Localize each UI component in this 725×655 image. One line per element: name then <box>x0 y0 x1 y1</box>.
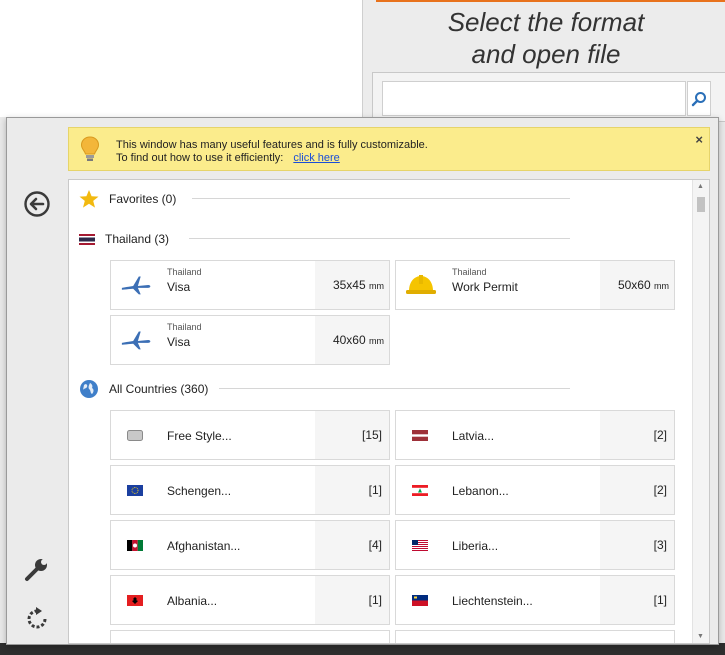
albania-flag-icon <box>127 595 143 606</box>
liechtenstein-flag-icon <box>412 595 428 606</box>
card-country: Thailand <box>167 322 202 332</box>
favorites-section[interactable]: Favorites (0) <box>79 190 176 208</box>
scroll-thumb[interactable] <box>697 197 705 212</box>
free-style-icon <box>127 430 143 441</box>
country-name: Liberia... <box>452 539 499 553</box>
lebanon-flag-icon <box>412 485 428 496</box>
accent-line <box>376 0 725 2</box>
scrollbar[interactable]: ▲ ▼ <box>692 180 709 643</box>
country-name: Afghanistan... <box>167 539 241 553</box>
search-icon <box>691 91 706 106</box>
title-line-2: and open file <box>471 39 621 69</box>
thailand-divider <box>189 238 570 239</box>
info-banner: This window has many useful features and… <box>68 127 710 171</box>
country-name: Lebanon... <box>452 484 509 498</box>
format-card-thailand-visa-2[interactable]: Thailand Visa 40x60 mm <box>110 315 390 365</box>
country-card-latvia[interactable]: Latvia... [2] <box>395 410 675 460</box>
card-size: 35x45 mm <box>315 261 389 309</box>
country-count: [1] <box>315 576 389 624</box>
format-dialog: This window has many useful features and… <box>6 117 719 645</box>
thailand-section[interactable]: Thailand (3) <box>79 230 169 248</box>
search-button[interactable] <box>687 81 711 116</box>
format-card-thailand-work-permit[interactable]: Thailand Work Permit 50x60 mm <box>395 260 675 310</box>
hardhat-icon <box>406 275 436 294</box>
liberia-flag-icon <box>412 540 428 551</box>
country-name: Albania... <box>167 594 218 608</box>
country-card-liechtenstein[interactable]: Liechtenstein... [1] <box>395 575 675 625</box>
refresh-icon[interactable] <box>23 605 51 633</box>
country-name: Liechtenstein... <box>452 594 533 608</box>
background-left-panel <box>0 0 363 117</box>
country-count: [15] <box>315 411 389 459</box>
favorites-label: Favorites (0) <box>109 192 177 206</box>
favorites-divider <box>192 198 570 199</box>
country-count: [1] <box>315 466 389 514</box>
country-card-liberia[interactable]: Liberia... [3] <box>395 520 675 570</box>
country-card-lebanon[interactable]: Lebanon... [2] <box>395 465 675 515</box>
scroll-down-icon[interactable]: ▼ <box>697 633 704 640</box>
country-card-afghanistan[interactable]: Afghanistan... [4] <box>110 520 390 570</box>
country-name: Free Style... <box>167 429 232 443</box>
airplane-icon <box>121 276 151 295</box>
card-country: Thailand <box>167 267 202 277</box>
card-format-name: Visa <box>167 280 191 294</box>
card-size: 40x60 mm <box>315 316 389 364</box>
back-arrow-icon[interactable] <box>23 190 51 218</box>
latvia-flag-icon <box>412 430 428 441</box>
globe-icon <box>80 380 98 398</box>
country-card-schengen[interactable]: Schengen... [1] <box>110 465 390 515</box>
banner-close-button[interactable]: × <box>695 132 703 147</box>
country-name: Latvia... <box>452 429 495 443</box>
country-count: [1] <box>600 576 674 624</box>
format-list: Favorites (0) Thailand (3) Thailand Visa… <box>68 179 710 644</box>
banner-line-2: To find out how to use it efficiently: <box>116 152 284 164</box>
card-country: Thailand <box>452 267 487 277</box>
lightbulb-icon <box>80 136 100 161</box>
schengen-flag-icon <box>127 485 143 496</box>
banner-help-link[interactable]: click here <box>293 152 339 164</box>
wrench-icon[interactable] <box>23 555 51 583</box>
thailand-flag-icon <box>79 233 95 245</box>
country-count: [3] <box>600 521 674 569</box>
title-line-1: Select the format <box>447 7 645 37</box>
country-card-partial[interactable] <box>395 630 675 643</box>
page-title: Select the format and open file <box>376 6 716 70</box>
card-size: 50x60 mm <box>600 261 674 309</box>
country-count: [2] <box>600 466 674 514</box>
country-count: [4] <box>315 521 389 569</box>
all-countries-section[interactable]: All Countries (360) <box>79 380 208 398</box>
banner-line-1: This window has many useful features and… <box>116 139 428 151</box>
format-card-thailand-visa[interactable]: Thailand Visa 35x45 mm <box>110 260 390 310</box>
card-format-name: Visa <box>167 335 191 349</box>
thailand-label: Thailand (3) <box>105 232 170 246</box>
all-countries-label: All Countries (360) <box>109 382 209 396</box>
star-icon <box>79 190 99 208</box>
all-countries-divider <box>219 388 570 389</box>
afghanistan-flag-icon <box>127 540 143 551</box>
search-input[interactable] <box>382 81 686 116</box>
country-card-albania[interactable]: Albania... [1] <box>110 575 390 625</box>
country-card-partial[interactable] <box>110 630 390 643</box>
scroll-up-icon[interactable]: ▲ <box>697 183 704 190</box>
banner-text: This window has many useful features and… <box>116 139 428 165</box>
country-count: [2] <box>600 411 674 459</box>
card-format-name: Work Permit <box>452 280 518 294</box>
airplane-icon <box>121 331 151 350</box>
country-name: Schengen... <box>167 484 232 498</box>
country-card-free-style[interactable]: Free Style... [15] <box>110 410 390 460</box>
